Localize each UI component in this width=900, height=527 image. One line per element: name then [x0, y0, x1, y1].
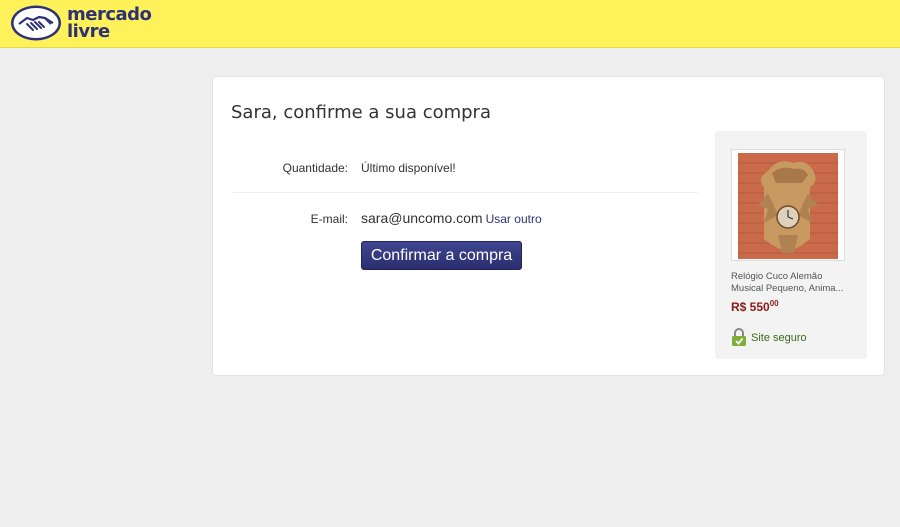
page-title: Sara, confirme a sua compra [231, 102, 491, 123]
lock-icon [732, 328, 746, 346]
confirm-purchase-button[interactable]: Confirmar a compra [361, 241, 522, 270]
checkout-card: Sara, confirme a sua compra Quantidade: … [212, 76, 885, 376]
email-value: sara@uncomo.com [361, 210, 483, 226]
product-thumbnail[interactable] [731, 149, 845, 261]
secure-label: Site seguro [751, 331, 807, 344]
email-label: E-mail: [310, 212, 348, 226]
logo-wordmark: mercado livre [67, 6, 152, 42]
logo-line2: livre [67, 21, 110, 42]
secure-site-badge: Site seguro [731, 328, 807, 347]
email-value-group: sara@uncomo.com Usar outro [361, 210, 542, 226]
quantity-label: Quantidade: [282, 161, 348, 175]
mercadolivre-logo[interactable]: mercado livre [10, 4, 152, 42]
handshake-logo-icon [11, 5, 61, 41]
divider [233, 192, 698, 193]
cuckoo-clock-image [738, 153, 838, 259]
use-other-email-link[interactable]: Usar outro [486, 212, 542, 226]
quantity-value: Último disponível! [361, 161, 456, 175]
product-summary: Relógio Cuco Alemão Musical Pequeno, Ani… [715, 131, 867, 359]
product-name[interactable]: Relógio Cuco Alemão Musical Pequeno, Ani… [731, 271, 851, 295]
price-main: R$ 550 [731, 300, 770, 314]
product-price: R$ 55000 [731, 299, 779, 314]
quantity-row: Quantidade: Último disponível! [233, 161, 698, 191]
header: mercado livre [0, 0, 900, 48]
price-cents: 00 [769, 299, 779, 308]
